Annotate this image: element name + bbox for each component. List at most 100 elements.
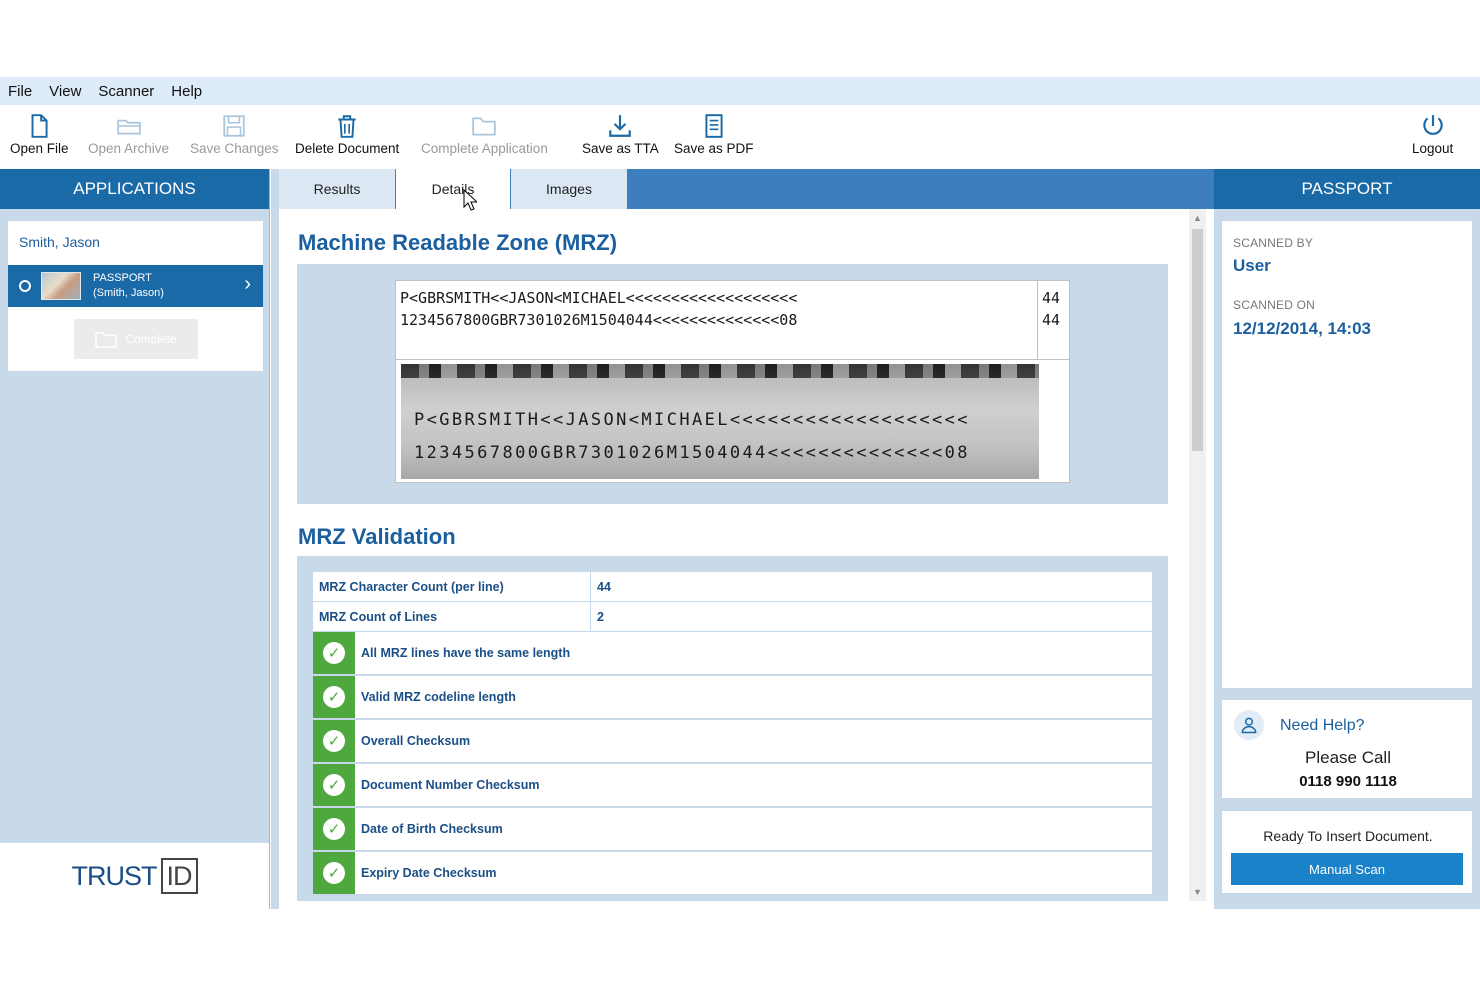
complete-application-button[interactable]: Complete Application <box>421 113 548 156</box>
scanned-by-label: SCANNED BY <box>1233 236 1314 250</box>
doc-owner: (Smith, Jason) <box>93 287 164 299</box>
open-file-button[interactable]: Open File <box>10 113 69 156</box>
logout-label: Logout <box>1412 141 1454 156</box>
please-call-text: Please Call <box>1305 748 1391 767</box>
check-circle-icon: ✓ <box>313 852 355 894</box>
trustid-logo: TRUST ID <box>72 858 198 894</box>
mrz-count-2: 44 <box>1042 311 1061 329</box>
table-row: MRZ Count of Lines 2 <box>313 602 1152 632</box>
menu-bar: File View Scanner Help <box>0 77 1480 105</box>
complete-application-label: Complete Application <box>421 141 548 156</box>
delete-document-label: Delete Document <box>295 141 400 156</box>
mrz-image-line-1: P<GBRSMITH<<JASON<MICHAEL<<<<<<<<<<<<<<<… <box>414 410 970 430</box>
check-circle-icon: ✓ <box>313 764 355 806</box>
application-window: File View Scanner Help Open File Open Ar… <box>0 77 1480 909</box>
check-label: Document Number Checksum <box>361 778 540 792</box>
scroll-thumb[interactable] <box>1192 229 1203 451</box>
mrz-scan-image: P<GBRSMITH<<JASON<MICHAEL<<<<<<<<<<<<<<<… <box>401 364 1039 479</box>
need-help-title: Need Help? <box>1280 717 1365 734</box>
passport-thumbnail <box>41 272 81 300</box>
char-count-value: 44 <box>597 579 611 594</box>
user-icon <box>1234 710 1264 740</box>
char-count-label: MRZ Character Count (per line) <box>313 572 591 601</box>
details-content: Machine Readable Zone (MRZ) P<GBRSMITH<<… <box>279 209 1197 901</box>
tab-images[interactable]: Images <box>511 169 627 209</box>
logout-button[interactable]: Logout <box>1412 113 1453 156</box>
menu-help[interactable]: Help <box>171 83 202 100</box>
delete-document-button[interactable]: Delete Document <box>295 113 399 156</box>
check-label: Valid MRZ codeline length <box>361 690 516 704</box>
toolbar: Open File Open Archive Save Changes Dele… <box>0 105 1480 169</box>
mouse-cursor-icon <box>463 189 477 211</box>
document-icon <box>705 114 723 138</box>
mrz-panel: P<GBRSMITH<<JASON<MICHAEL<<<<<<<<<<<<<<<… <box>297 264 1168 504</box>
logo-id: ID <box>160 858 198 894</box>
line-count-value: 2 <box>597 609 604 624</box>
mrz-text-box: P<GBRSMITH<<JASON<MICHAEL<<<<<<<<<<<<<<<… <box>395 280 1070 360</box>
open-archive-label: Open Archive <box>88 141 170 156</box>
folder-open-icon <box>116 119 141 135</box>
mrz-counts: 44 44 <box>1037 281 1069 359</box>
check-circle-icon: ✓ <box>313 632 355 674</box>
application-card: Smith, Jason PASSPORT (Smith, Jason) › C… <box>7 220 264 372</box>
check-row: ✓ Date of Birth Checksum <box>313 808 1152 851</box>
check-label: Overall Checksum <box>361 734 471 748</box>
scan-status-card: Ready To Insert Document. Manual Scan <box>1221 810 1473 894</box>
mrz-image-box: P<GBRSMITH<<JASON<MICHAEL<<<<<<<<<<<<<<<… <box>395 360 1070 483</box>
save-as-tta-label: Save as TTA <box>582 141 659 156</box>
radio-icon[interactable] <box>19 280 31 292</box>
save-changes-button[interactable]: Save Changes <box>190 113 279 156</box>
check-row: ✓ Valid MRZ codeline length <box>313 676 1152 719</box>
vertical-scrollbar[interactable]: ▲ ▼ <box>1189 209 1206 901</box>
file-icon <box>31 114 48 138</box>
tab-results[interactable]: Results <box>279 169 395 209</box>
logo-trust: TRUST <box>71 860 158 891</box>
tab-details[interactable]: Details <box>396 169 510 209</box>
folder-icon <box>95 331 117 348</box>
mrz-line-1: P<GBRSMITH<<JASON<MICHAEL<<<<<<<<<<<<<<<… <box>400 289 798 307</box>
help-card: Need Help? Please Call 0118 990 1118 <box>1221 699 1473 799</box>
save-as-pdf-button[interactable]: Save as PDF <box>674 113 754 156</box>
power-icon <box>1422 115 1443 135</box>
scroll-up-icon[interactable]: ▲ <box>1193 213 1202 223</box>
passport-pattern-strip <box>401 364 1039 378</box>
save-as-tta-button[interactable]: Save as TTA <box>582 113 659 156</box>
menu-view[interactable]: View <box>49 83 81 100</box>
logo-area: TRUST ID <box>0 843 269 909</box>
check-circle-icon: ✓ <box>313 720 355 762</box>
trash-icon <box>338 115 356 138</box>
mrz-count-1: 44 <box>1042 289 1061 307</box>
manual-scan-button[interactable]: Manual Scan <box>1231 853 1463 885</box>
line-count-label: MRZ Count of Lines <box>313 602 591 631</box>
download-icon <box>609 115 632 137</box>
save-as-pdf-label: Save as PDF <box>674 141 754 156</box>
passport-panel: PASSPORT SCANNED BY User SCANNED ON 12/1… <box>1214 169 1480 909</box>
save-changes-label: Save Changes <box>190 141 279 156</box>
passport-header: PASSPORT <box>1214 169 1480 209</box>
check-row: ✓ Overall Checksum <box>313 720 1152 763</box>
scroll-down-icon[interactable]: ▼ <box>1193 887 1202 897</box>
open-archive-button[interactable]: Open Archive <box>88 113 169 156</box>
passport-item-text: PASSPORT (Smith, Jason) <box>93 271 164 301</box>
complete-button[interactable]: Complete <box>74 319 198 359</box>
applicant-name[interactable]: Smith, Jason <box>8 221 263 265</box>
check-circle-icon: ✓ <box>313 676 355 718</box>
mrz-line-2: 1234567800GBR7301026M1504044<<<<<<<<<<<<… <box>400 311 798 329</box>
scanned-on-value: 12/12/2014, 14:03 <box>1233 319 1372 338</box>
mrz-validation-panel: MRZ Character Count (per line) 44 MRZ Co… <box>297 556 1168 901</box>
menu-scanner[interactable]: Scanner <box>98 83 154 100</box>
mrz-lines: P<GBRSMITH<<JASON<MICHAEL<<<<<<<<<<<<<<<… <box>400 287 797 331</box>
check-label: All MRZ lines have the same length <box>361 646 571 660</box>
check-label: Expiry Date Checksum <box>361 866 497 880</box>
menu-file[interactable]: File <box>8 83 32 100</box>
mrz-validation-title: MRZ Validation <box>298 524 456 549</box>
scan-info-card: SCANNED BY User SCANNED ON 12/12/2014, 1… <box>1221 220 1473 689</box>
complete-label: Complete <box>125 332 177 346</box>
main-content: Results Details Images Machine Readable … <box>271 169 1214 909</box>
check-row: ✓ All MRZ lines have the same length <box>313 632 1152 675</box>
check-circle-icon: ✓ <box>313 808 355 850</box>
mrz-title: Machine Readable Zone (MRZ) <box>298 230 618 255</box>
help-phone-number: 0118 990 1118 <box>1299 773 1397 790</box>
passport-document-item[interactable]: PASSPORT (Smith, Jason) › <box>8 265 263 307</box>
ready-status: Ready To Insert Document. <box>1263 828 1433 844</box>
